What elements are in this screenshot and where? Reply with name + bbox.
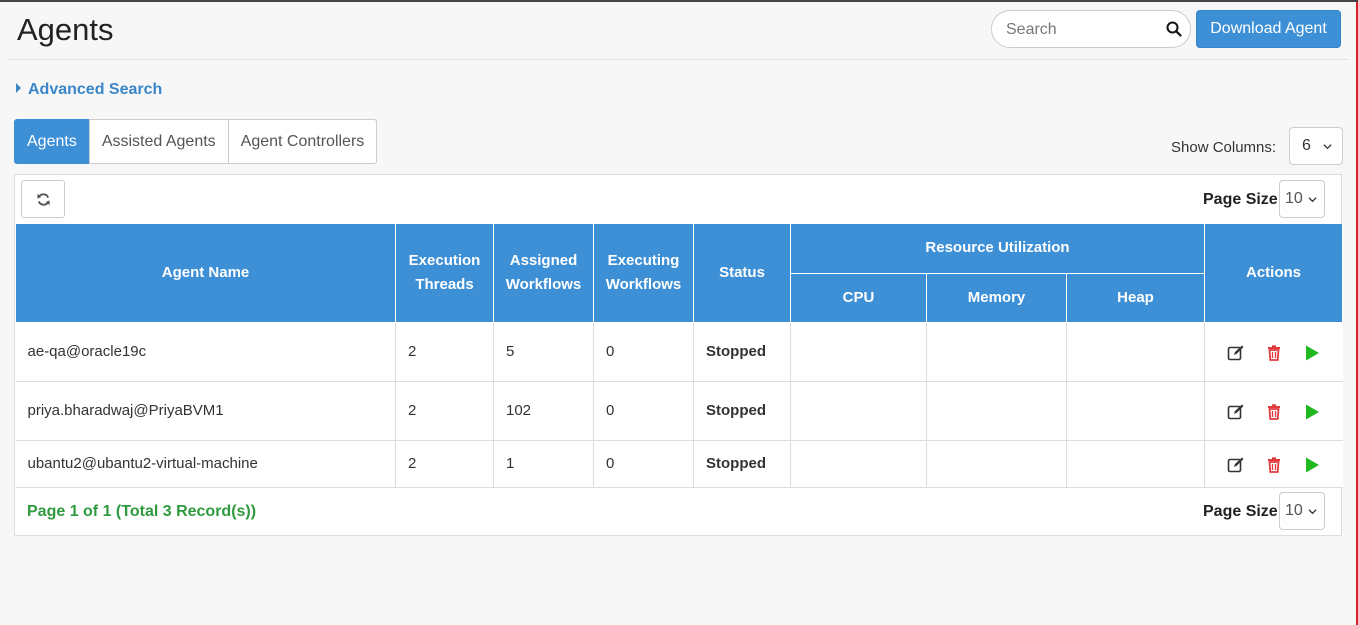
play-icon[interactable] [1303, 344, 1321, 362]
header-execution-threads[interactable]: Execution Threads [395, 224, 494, 323]
status-cell: Stopped [693, 440, 791, 488]
page-size-value: 10 [1285, 502, 1303, 519]
tab-assisted-agents[interactable]: Assisted Agents [88, 119, 229, 164]
edit-icon[interactable] [1227, 344, 1245, 362]
trash-icon[interactable] [1265, 403, 1283, 421]
page-size-select-top[interactable]: 10 [1279, 180, 1325, 218]
heap-cell [1066, 381, 1206, 441]
memory-cell [926, 440, 1067, 488]
header-heap[interactable]: Heap [1065, 273, 1206, 323]
header-memory[interactable]: Memory [926, 273, 1067, 323]
page-header: Agents Download Agent [8, 2, 1348, 60]
execution-threads-cell: 2 [395, 322, 494, 382]
play-icon[interactable] [1303, 456, 1321, 474]
memory-cell [926, 322, 1067, 382]
executing-workflows-cell: 0 [593, 381, 694, 441]
cpu-cell [790, 381, 927, 441]
download-agent-button[interactable]: Download Agent [1196, 10, 1341, 48]
page-size-value: 10 [1285, 190, 1303, 207]
trash-icon[interactable] [1265, 344, 1283, 362]
actions-cell [1204, 381, 1343, 441]
page-size-select-bottom[interactable]: 10 [1279, 492, 1325, 530]
assigned-workflows-cell: 102 [493, 381, 594, 441]
status-cell: Stopped [693, 322, 791, 382]
table-row: ae-qa@oracle19c 2 5 0 Stopped [15, 322, 1343, 382]
cpu-cell [790, 440, 927, 488]
refresh-button[interactable] [21, 180, 65, 218]
heap-cell [1066, 322, 1206, 382]
page-size-label-top: Page Size [1203, 191, 1278, 208]
search-box[interactable] [991, 10, 1191, 48]
table-row: priya.bharadwaj@PriyaBVM1 2 102 0 Stoppe… [15, 381, 1343, 441]
header-executing-workflows[interactable]: Executing Workflows [593, 224, 694, 323]
show-columns-value: 6 [1302, 137, 1311, 154]
trash-icon[interactable] [1265, 456, 1283, 474]
agents-panel: Page Size 10 Agent Name Execution Thread… [14, 174, 1344, 536]
search-input[interactable] [1004, 20, 1154, 40]
agent-name-link[interactable]: ubantu2@ubantu2-virtual-machine [15, 440, 396, 488]
execution-threads-cell: 2 [395, 440, 494, 488]
show-columns-select[interactable]: 6 [1289, 127, 1343, 165]
tab-agent-controllers[interactable]: Agent Controllers [227, 119, 378, 164]
advanced-search-label: Advanced Search [28, 81, 163, 98]
table-row: ubantu2@ubantu2-virtual-machine 2 1 0 St… [15, 440, 1343, 488]
actions-cell [1204, 322, 1343, 382]
edit-icon[interactable] [1227, 403, 1245, 421]
agent-name-link[interactable]: ae-qa@oracle19c [15, 322, 396, 382]
header-assigned-workflows[interactable]: Assigned Workflows [493, 224, 594, 323]
show-columns-label: Show Columns: [1171, 139, 1277, 156]
caret-right-icon [16, 83, 21, 93]
header-cpu[interactable]: CPU [790, 273, 927, 323]
memory-cell [926, 381, 1067, 441]
header-agent-name[interactable]: Agent Name [15, 224, 396, 323]
header-actions: Actions [1204, 224, 1344, 323]
tab-agents[interactable]: Agents [14, 119, 90, 164]
page-title: Agents [17, 12, 114, 47]
chevron-down-icon [1308, 197, 1317, 203]
advanced-search-toggle[interactable]: Advanced Search [16, 81, 162, 99]
agents-table: Agent Name Execution Threads Assigned Wo… [15, 224, 1344, 488]
heap-cell [1066, 440, 1206, 488]
execution-threads-cell: 2 [395, 381, 494, 441]
search-icon[interactable] [1166, 21, 1182, 37]
executing-workflows-cell: 0 [593, 440, 694, 488]
play-icon[interactable] [1303, 403, 1321, 421]
agent-name-link[interactable]: priya.bharadwaj@PriyaBVM1 [15, 381, 396, 441]
tab-bar: Agents Assisted Agents Agent Controllers [14, 119, 378, 164]
assigned-workflows-cell: 5 [493, 322, 594, 382]
assigned-workflows-cell: 1 [493, 440, 594, 488]
pagination-summary: Page 1 of 1 (Total 3 Record(s)) [27, 503, 257, 520]
executing-workflows-cell: 0 [593, 322, 694, 382]
page-size-label-bottom: Page Size [1203, 503, 1278, 520]
chevron-down-icon [1323, 144, 1332, 150]
header-resource-utilization: Resource Utilization [789, 224, 1206, 274]
chevron-down-icon [1308, 509, 1317, 515]
status-cell: Stopped [693, 381, 791, 441]
edit-icon[interactable] [1227, 456, 1245, 474]
refresh-icon [37, 193, 50, 206]
actions-cell [1204, 440, 1343, 488]
header-status[interactable]: Status [693, 224, 791, 323]
cpu-cell [790, 322, 927, 382]
